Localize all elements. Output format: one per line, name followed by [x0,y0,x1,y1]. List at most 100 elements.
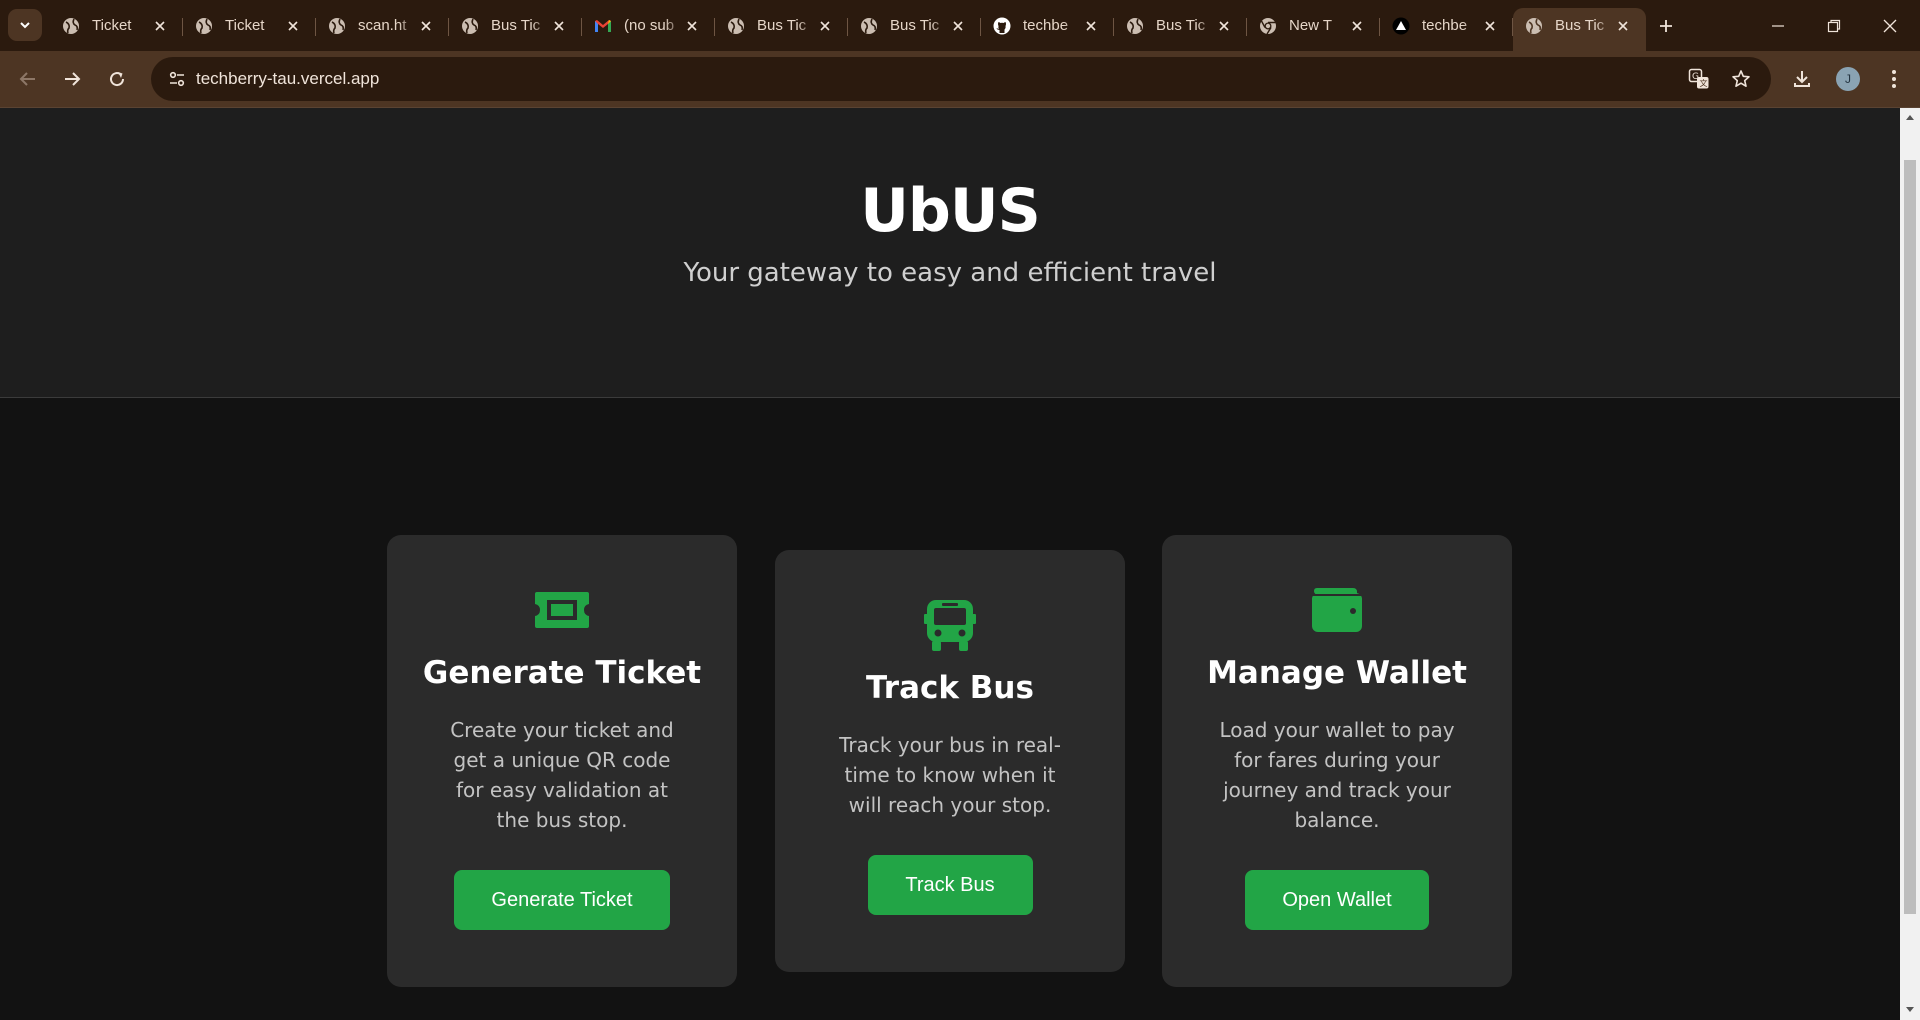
scroll-up-arrow[interactable] [1905,112,1915,122]
tab-title: (no sub [624,17,675,34]
page-scrollbar[interactable] [1900,108,1920,1020]
downloads-button[interactable] [1786,63,1818,95]
kebab-menu-icon [1892,70,1896,88]
close-icon[interactable] [417,17,435,35]
close-icon[interactable] [151,17,169,35]
generate-ticket-button[interactable]: Generate Ticket [454,870,670,930]
hero-header: UbUS Your gateway to easy and efficient … [0,108,1900,398]
close-icon[interactable] [1082,17,1100,35]
close-icon[interactable] [550,17,568,35]
tab[interactable]: Ticket [50,8,183,43]
globe-icon [461,17,479,35]
close-icon[interactable] [1348,17,1366,35]
avatar-initial: J [1845,72,1851,86]
tab-title: Bus Tic [1156,17,1206,34]
card-description: Track your bus in real-time to know when… [839,733,1061,817]
globe-icon [328,17,346,35]
globe-icon [195,17,213,35]
close-icon[interactable] [1614,17,1632,35]
generate-ticket-card: Generate Ticket Create your ticket and g… [387,535,737,987]
arrow-left-icon [19,72,35,86]
close-icon [1883,19,1896,32]
browser-toolbar: techberry-tau.vercel.app G文 J [0,51,1920,108]
scrollbar-thumb[interactable] [1904,160,1916,914]
forward-button[interactable] [54,61,90,97]
tab[interactable]: Ticket [183,8,316,43]
chrome-icon [1259,17,1277,35]
translate-button[interactable]: G文 [1685,65,1713,93]
close-icon[interactable] [1481,17,1499,35]
bus-icon [918,598,982,652]
globe-icon [1126,17,1144,35]
card-description: Create your ticket and get a unique QR c… [450,718,674,832]
arrow-right-icon [65,72,81,86]
tab-title: New T [1289,17,1333,34]
tab-list: Ticket Ticket scan.ht Bus Tic (no sub Bu… [50,8,1686,51]
scroll-down-arrow[interactable] [1905,1005,1915,1015]
wallet-icon [1305,583,1369,637]
plus-icon [1660,19,1672,32]
ticket-icon [530,583,594,637]
tab-title: techbe [1023,17,1069,34]
chevron-down-icon [20,22,30,29]
tab-title: Bus Tic [757,17,807,34]
tab[interactable]: New T [1247,8,1380,43]
gmail-icon [594,17,612,35]
tab-title: Bus Tic [1555,17,1605,34]
globe-icon [1525,17,1543,35]
tab[interactable]: techbe [981,8,1114,43]
tab[interactable]: techbe [1380,8,1513,43]
tab[interactable]: Bus Tic [715,8,848,43]
close-window-button[interactable] [1862,0,1917,51]
tab[interactable]: Bus Tic [449,8,582,43]
download-icon [1794,71,1810,87]
card-title: Track Bus [866,670,1034,706]
close-icon[interactable] [284,17,302,35]
tab-title: Ticket [92,17,132,34]
track-bus-button[interactable]: Track Bus [867,855,1033,915]
card-title: Generate Ticket [422,655,702,691]
browser-menu-button[interactable] [1878,63,1910,95]
open-wallet-button[interactable]: Open Wallet [1245,870,1429,930]
url-text: techberry-tau.vercel.app [196,69,380,88]
tab[interactable]: scan.ht [316,8,449,43]
restore-icon [1827,19,1840,32]
translate-icon: G文 [1688,68,1709,89]
triangle-down-icon [1906,1007,1914,1012]
tab[interactable]: (no sub [582,8,715,43]
globe-icon [62,17,80,35]
address-bar[interactable]: techberry-tau.vercel.app G文 [151,57,1771,101]
site-title: UbUS [860,176,1041,246]
reload-button[interactable] [99,61,135,97]
close-icon[interactable] [683,17,701,35]
globe-icon [727,17,745,35]
site-tagline: Your gateway to easy and efficient trave… [683,258,1217,288]
tab-active[interactable]: Bus Tic [1513,8,1646,51]
tune-icon [169,71,185,87]
svg-text:文: 文 [1700,78,1708,88]
tab-title: Bus Tic [491,17,541,34]
close-icon[interactable] [949,17,967,35]
star-icon [1732,70,1750,87]
close-icon[interactable] [816,17,834,35]
globe-icon [860,17,878,35]
new-tab-button[interactable] [1646,8,1686,43]
vercel-icon [1392,17,1410,35]
tab-title: Ticket [225,17,265,34]
manage-wallet-card: Manage Wallet Load your wallet to pay fo… [1162,535,1512,987]
tab[interactable]: Bus Tic [1114,8,1247,43]
site-info-button[interactable] [161,63,193,95]
minimize-button[interactable] [1750,0,1805,51]
bookmark-button[interactable] [1727,65,1755,93]
card-title: Manage Wallet [1207,655,1467,691]
profile-avatar[interactable]: J [1836,67,1860,91]
close-icon[interactable] [1215,17,1233,35]
github-icon [993,17,1011,35]
back-button[interactable] [10,61,46,97]
tab-title: techbe [1422,17,1468,34]
restore-button[interactable] [1806,0,1861,51]
tab-search-button[interactable] [8,9,42,41]
tab[interactable]: Bus Tic [848,8,981,43]
tab-title: scan.ht [358,17,407,34]
triangle-up-icon [1906,115,1914,120]
